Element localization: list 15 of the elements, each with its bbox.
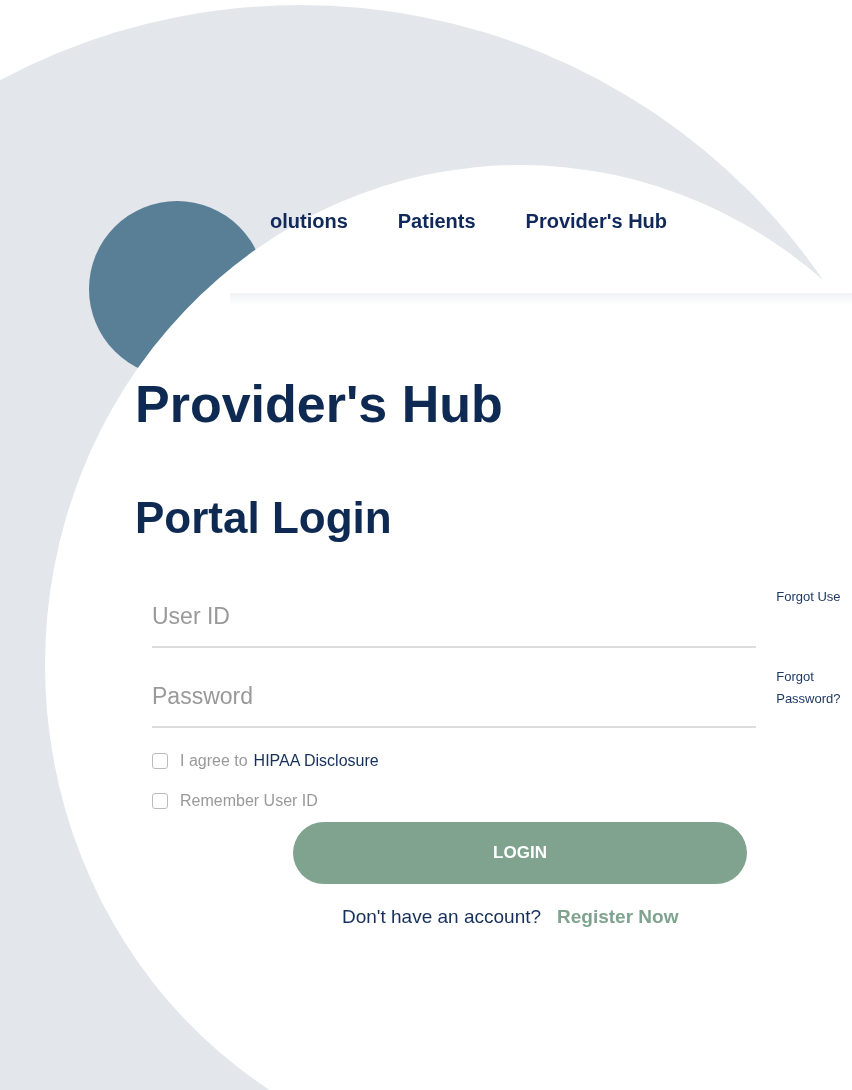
- forgot-link[interactable]: Forgot Use: [776, 586, 852, 608]
- nav-link[interactable]: Patients: [397, 210, 476, 233]
- forgot-link[interactable]: Forgot Password?: [776, 666, 852, 710]
- nav-link[interactable]: olutions: [270, 210, 348, 233]
- checkbox-label: I agree to: [180, 752, 248, 770]
- page-title: Provider's Hub: [135, 376, 504, 432]
- checkbox[interactable]: [152, 753, 168, 769]
- section-title: Portal Login: [135, 494, 393, 542]
- input-field[interactable]: User ID: [152, 586, 757, 648]
- register-prompt: Don't have an account?: [342, 906, 542, 928]
- input-field[interactable]: Password: [152, 666, 757, 728]
- checkbox[interactable]: [152, 793, 168, 809]
- disclosure-link[interactable]: HIPAA Disclosure: [253, 752, 379, 770]
- checkbox-label: Remember User ID: [180, 792, 318, 810]
- nav-link[interactable]: Provider's Hub: [525, 210, 668, 233]
